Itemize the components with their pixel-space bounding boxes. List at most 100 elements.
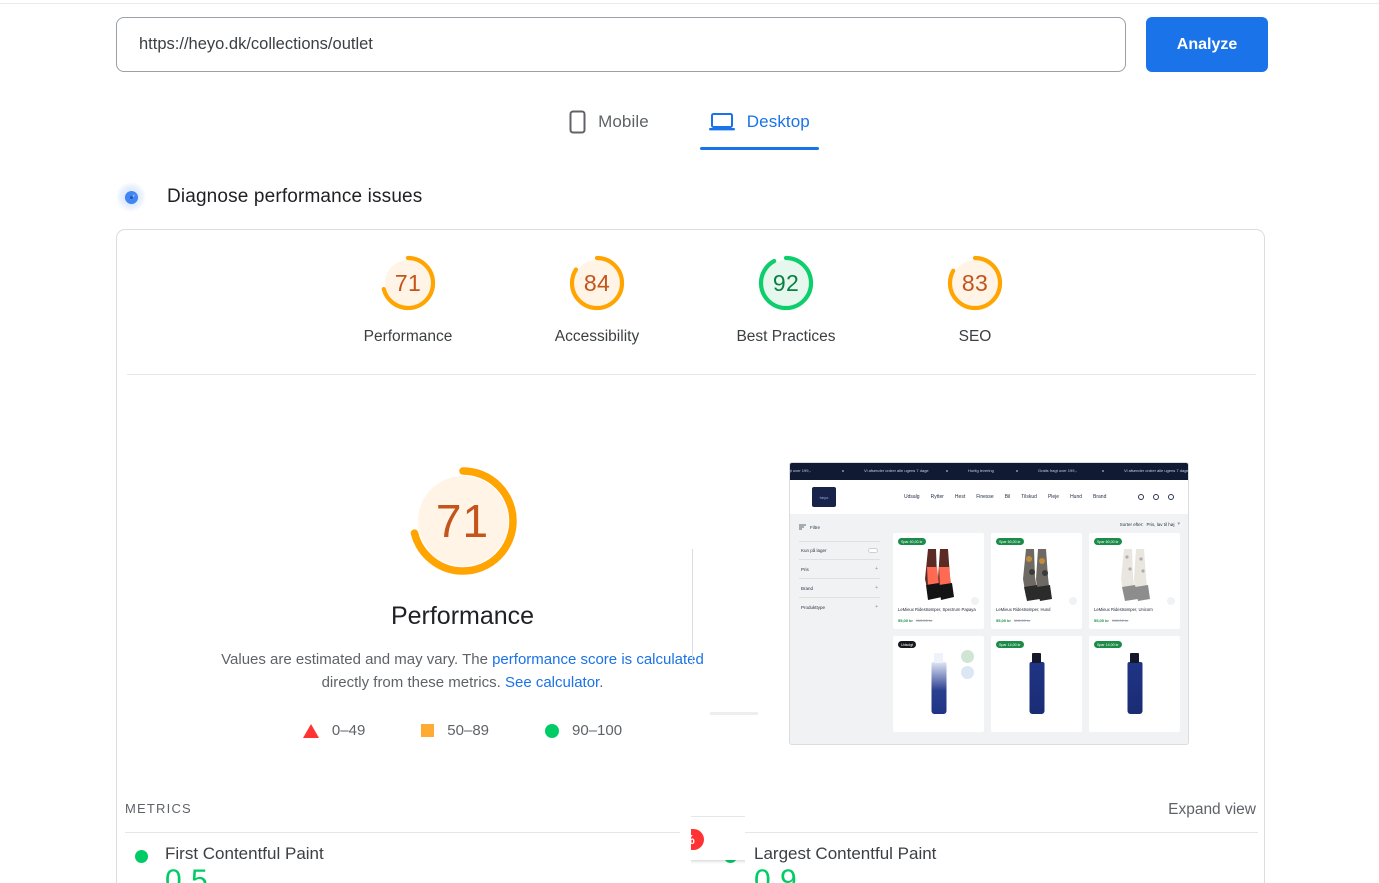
score-gauge-performance[interactable]: 71 Performance xyxy=(348,252,468,346)
perf-desc-text-1: Values are estimated and may vary. The xyxy=(221,651,493,668)
thumbnail-product-area: Sorter efter: Pris, lav til høj ▾ Spar 6… xyxy=(889,514,1188,744)
tooltip-divider xyxy=(691,816,745,817)
product-image-bottle xyxy=(931,662,946,714)
thumbnail-nav-item: Tilskud xyxy=(1021,494,1037,500)
device-tabs: Mobile Desktop xyxy=(0,104,1379,150)
metric-largest-contentful-paint[interactable]: Largest Contentful Paint 0.9 xyxy=(724,844,936,883)
metric-first-contentful-paint[interactable]: First Contentful Paint 0.5 xyxy=(135,844,324,883)
price-old: 115,00 kr xyxy=(1013,618,1031,623)
thumbnail-product-price: 55,00 kr 115,00 kr xyxy=(1094,618,1128,623)
price-current: 55,00 kr xyxy=(1094,618,1109,623)
thumbnail-nav-item: Udsalg xyxy=(904,494,920,500)
toggle-icon xyxy=(868,548,878,553)
tooltip-card: ms 4% xyxy=(691,776,745,860)
url-input[interactable] xyxy=(116,17,1126,72)
tab-mobile-label: Mobile xyxy=(598,112,649,131)
certification-icon xyxy=(961,666,974,679)
score-gauge-seo[interactable]: 83 SEO xyxy=(915,252,1035,346)
thumbnail-facet: Brand + xyxy=(799,578,880,597)
thumbnail-nav-item: Brand xyxy=(1093,494,1107,500)
mobile-phone-icon xyxy=(569,110,586,134)
thumbnail-facet: Kun på lager xyxy=(799,541,880,559)
tab-desktop[interactable]: Desktop xyxy=(699,104,819,150)
expand-view-button[interactable]: Expand view xyxy=(1168,801,1256,819)
thumbnail-nav-item: Pleje xyxy=(1047,494,1060,500)
thumbnail-product-grid: Spar 60,00 kr LeMieux Ridestrømper, Spec… xyxy=(893,533,1180,732)
legend-item-average: 50–89 xyxy=(421,722,489,739)
thumbnail-facet-label: Produkttype xyxy=(801,604,826,610)
legend-range-average: 50–89 xyxy=(447,722,490,739)
search-icon xyxy=(1138,494,1144,500)
metric-tooltip-overlay: ms 4% xyxy=(691,776,745,876)
thumbnail-product-name: LeMieux Ridestrømper, Spectrum Papaya xyxy=(898,607,976,612)
performance-score-value: 71 xyxy=(435,495,490,547)
thumbnail-facet: Produkttype + xyxy=(799,597,880,616)
thumbnail-product-badge: Spar 60,00 kr xyxy=(898,538,926,546)
circle-icon xyxy=(545,723,560,738)
perf-desc-text-2: directly from these metrics. xyxy=(321,674,505,691)
page-screenshot-thumbnail[interactable]: Gratis fragt over 199,- Vi afsender ordr… xyxy=(789,462,1189,745)
thumbnail-filter-header: Filtre xyxy=(799,524,880,530)
product-image-bottle xyxy=(1127,662,1142,714)
promo-message: Hurtig levering xyxy=(968,468,994,473)
analyze-button[interactable]: Analyze xyxy=(1146,17,1268,72)
legend-range-poor: 0–49 xyxy=(331,722,366,739)
legend-item-good: 90–100 xyxy=(545,722,622,739)
thumbnail-product-card: Spar 60,00 kr LeMieux Ridestrømper, Unic… xyxy=(1089,533,1180,629)
tooltip-percent-badge: 4% xyxy=(691,829,704,850)
category-score-gauges: 71 Performance 84 Accessibility 92 Best … xyxy=(117,252,1264,346)
see-calculator-link[interactable]: See calculator xyxy=(505,674,599,691)
square-icon xyxy=(421,724,435,737)
thumbnail-product-price: 55,00 kr 115,00 kr xyxy=(996,618,1030,623)
tab-mobile[interactable]: Mobile xyxy=(563,104,655,150)
score-value-best-practices: 92 xyxy=(772,269,800,296)
thumbnail-filter-sidebar: Filtre Kun på lager Pris + Brand + Produ… xyxy=(790,514,889,744)
thumbnail-product-badge: Spar 60,00 kr xyxy=(1094,538,1122,546)
thumbnail-product-card: Udsolgt xyxy=(893,636,984,732)
thumbnail-nav-icons xyxy=(1138,494,1174,500)
lighthouse-gauge-icon xyxy=(116,182,146,212)
tooltip-unit: ms xyxy=(691,786,745,806)
thumbnail-nav-bar: heyo Udsalg Rytter Hest Finesse Bil Tils… xyxy=(790,480,1188,514)
thumbnail-product-card: Spar 14,00 kr xyxy=(1089,636,1180,732)
promo-message: Gratis fragt over 199,- xyxy=(790,468,811,473)
thumbnail-product-name: LeMieux Ridestrømper, Unicorn xyxy=(1094,607,1153,612)
legend-item-poor: 0–49 xyxy=(302,722,366,739)
thumbnail-product-name: LeMieux Ridestrømper, Hund xyxy=(996,607,1051,612)
score-label-seo: SEO xyxy=(958,328,992,345)
url-bar-row: Analyze xyxy=(116,17,1268,72)
score-label-performance: Performance xyxy=(363,328,453,345)
metrics-divider-right xyxy=(714,832,1258,833)
score-label-accessibility: Accessibility xyxy=(554,328,640,345)
chevron-down-icon: ▾ xyxy=(1177,521,1180,527)
eco-label-icon xyxy=(961,650,974,663)
score-value-accessibility: 84 xyxy=(583,269,611,296)
score-gauge-best-practices[interactable]: 92 Best Practices xyxy=(726,252,846,346)
thumbnail-nav-item: Bil xyxy=(1004,494,1011,500)
thumbnail-product-card: Spar 60,00 kr LeMieux Ridestrømper, Hund… xyxy=(991,533,1082,629)
performance-description: Values are estimated and may vary. The p… xyxy=(213,648,713,694)
performance-score-calculated-link[interactable]: performance score is calculated xyxy=(492,651,704,668)
status-dot-icon xyxy=(135,850,148,863)
quick-view-icon xyxy=(1167,597,1175,605)
thumbnail-nav-menu: Udsalg Rytter Hest Finesse Bil Tilskud P… xyxy=(904,494,1106,500)
thumbnail-nav-item: Finesse xyxy=(976,494,994,500)
thumbnail-sort-label: Sorter efter: xyxy=(1119,521,1144,527)
thumbnail-product-price: 55,00 kr 115,00 kr xyxy=(898,618,932,623)
thumbnail-facet: Pris + xyxy=(799,559,880,578)
thumbnail-product-badge: Spar 60,00 kr xyxy=(996,538,1024,546)
column-divider xyxy=(692,549,693,665)
score-gauge-accessibility[interactable]: 84 Accessibility xyxy=(537,252,657,346)
thumbnail-filter-label: Filtre xyxy=(810,524,820,530)
cart-icon xyxy=(1168,494,1174,500)
diagnose-title: Diagnose performance issues xyxy=(167,186,423,207)
price-old: 115,00 kr xyxy=(915,618,933,623)
promo-message: Vi afsender ordrer alle ugens 7 dage xyxy=(864,468,929,473)
score-legend: 0–49 50–89 90–100 xyxy=(302,722,622,739)
product-image-bottle xyxy=(1029,662,1044,714)
diagnose-header: Diagnose performance issues xyxy=(116,182,422,212)
thumbnail-product-card: Spar 60,00 kr LeMieux Ridestrømper, Spec… xyxy=(893,533,984,629)
thumbnail-product-badge: Spar 14,00 kr xyxy=(996,641,1024,649)
product-image-socks xyxy=(924,549,954,600)
metric-name: Largest Contentful Paint xyxy=(754,844,937,863)
